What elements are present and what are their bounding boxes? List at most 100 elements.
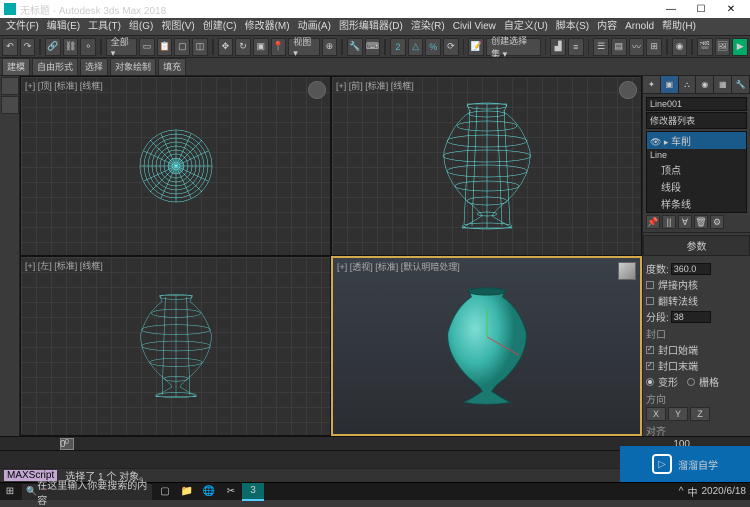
schematic-button[interactable]: ⊞	[646, 38, 662, 56]
cap-start-checkbox[interactable]	[646, 346, 654, 354]
ribbon-tab-selection[interactable]: 选择	[80, 58, 108, 76]
cap-end-checkbox[interactable]	[646, 362, 654, 370]
menu-arnold[interactable]: Arnold	[621, 18, 658, 36]
stack-item-vertex[interactable]: 顶点	[647, 161, 746, 178]
select-region-button[interactable]: ▢	[174, 38, 190, 56]
configure-button[interactable]: ⚙	[710, 215, 724, 229]
ribbon-tab-populate[interactable]: 填充	[158, 58, 186, 76]
window-crossing-button[interactable]: ◫	[192, 38, 208, 56]
menu-script[interactable]: 脚本(S)	[552, 18, 593, 36]
unlink-button[interactable]: ⛓	[63, 38, 79, 56]
minimize-button[interactable]: —	[656, 0, 686, 18]
redo-button[interactable]: ↷	[20, 38, 36, 56]
taskbar-search[interactable]: 🔍 在这里输入你要搜索的内容	[22, 484, 152, 500]
menu-modifiers[interactable]: 修改器(M)	[241, 18, 294, 36]
named-selection-set[interactable]: 创建选择集 ▾	[486, 38, 540, 56]
axis-y-button[interactable]: Y	[668, 407, 688, 421]
curve-editor-button[interactable]: 〰	[629, 38, 645, 56]
tab-motion-icon[interactable]: ◉	[696, 76, 714, 93]
flip-normals-checkbox[interactable]	[646, 297, 654, 305]
tab-modify-icon[interactable]: ▣	[661, 76, 679, 93]
viewcube-front-icon[interactable]	[619, 81, 637, 99]
percent-snap-button[interactable]: %	[425, 38, 441, 56]
ref-coord-system[interactable]: 视图 ▾	[288, 38, 319, 56]
render-setup-button[interactable]: 🎬	[697, 38, 713, 56]
object-name-field[interactable]: Line001	[646, 97, 747, 111]
selection-filter[interactable]: 全部 ▾	[106, 38, 137, 56]
move-button[interactable]: ✥	[218, 38, 234, 56]
menu-civil-view[interactable]: Civil View	[449, 18, 500, 36]
tab-utilities-icon[interactable]: 🔧	[732, 76, 750, 93]
menu-rendering[interactable]: 渲染(R)	[407, 18, 449, 36]
menu-customize[interactable]: 自定义(U)	[500, 18, 552, 36]
viewcube-perspective-icon[interactable]	[618, 262, 636, 280]
angle-snap-button[interactable]: △	[408, 38, 424, 56]
maximize-button[interactable]: ☐	[686, 0, 716, 18]
left-tool-1[interactable]	[1, 77, 19, 95]
snap-2d-button[interactable]: 2	[390, 38, 406, 56]
placement-button[interactable]: 📍	[271, 38, 287, 56]
tray-ime-icon[interactable]: 中	[688, 484, 698, 499]
taskbar-browser-icon[interactable]: 🌐	[198, 483, 220, 501]
select-name-button[interactable]: 📋	[157, 38, 173, 56]
show-end-button[interactable]: ||	[662, 215, 676, 229]
tab-display-icon[interactable]: ▦	[714, 76, 732, 93]
degrees-input[interactable]	[671, 263, 711, 275]
viewport-top-label[interactable]: [+] [顶] [标准] [线框]	[25, 79, 103, 92]
params-rollout-header[interactable]: 参数	[643, 235, 750, 256]
viewport-left[interactable]: [+] [左] [标准] [线框]	[20, 256, 331, 436]
grid-radio[interactable]	[687, 378, 695, 386]
close-button[interactable]: ✕	[716, 0, 746, 18]
link-button[interactable]: 🔗	[45, 38, 61, 56]
viewport-left-label[interactable]: [+] [左] [标准] [线框]	[25, 259, 103, 272]
stack-item-segment[interactable]: 线段	[647, 178, 746, 195]
spinner-snap-button[interactable]: ⟳	[443, 38, 459, 56]
tray-chevron-icon[interactable]: ^	[679, 486, 684, 497]
undo-button[interactable]: ↶	[2, 38, 18, 56]
morph-radio[interactable]	[646, 378, 654, 386]
unique-button[interactable]: ∀	[678, 215, 692, 229]
stack-item-line[interactable]: Line	[647, 149, 746, 161]
axis-x-button[interactable]: X	[646, 407, 666, 421]
menu-group[interactable]: 组(G)	[125, 18, 157, 36]
remove-mod-button[interactable]: 🗑	[694, 215, 708, 229]
toggle-ribbon-button[interactable]: ▤	[611, 38, 627, 56]
taskbar-explorer-icon[interactable]: 📁	[176, 483, 198, 501]
taskbar-max-icon[interactable]: 3	[242, 483, 264, 501]
select-manipulate-button[interactable]: 🔧	[347, 38, 363, 56]
menu-file[interactable]: 文件(F)	[2, 18, 43, 36]
named-selection-button[interactable]: 📝	[468, 38, 484, 56]
ribbon-tab-modeling[interactable]: 建模	[2, 58, 30, 76]
system-tray[interactable]: ^ 中 2020/6/18	[675, 484, 750, 499]
ribbon-tab-paint[interactable]: 对象绘制	[110, 58, 156, 76]
menu-view[interactable]: 视图(V)	[157, 18, 198, 36]
menu-content[interactable]: 内容	[593, 18, 621, 36]
render-frame-button[interactable]: 🖼	[715, 38, 731, 56]
scale-button[interactable]: ▣	[253, 38, 269, 56]
render-button[interactable]: ▶	[732, 38, 748, 56]
task-view-button[interactable]: ▢	[154, 483, 176, 501]
use-center-button[interactable]: ⊕	[322, 38, 338, 56]
tab-hierarchy-icon[interactable]: ⛬	[679, 76, 697, 93]
viewcube-top-icon[interactable]	[308, 81, 326, 99]
rotate-button[interactable]: ↻	[235, 38, 251, 56]
stack-item-spline[interactable]: 样条线	[647, 195, 746, 212]
viewport-perspective-label[interactable]: [+] [透视] [标准] [默认明暗处理]	[337, 260, 460, 273]
bind-button[interactable]: ⚬	[80, 38, 96, 56]
menu-animation[interactable]: 动画(A)	[294, 18, 335, 36]
keyboard-shortcut-button[interactable]: ⌨	[365, 38, 381, 56]
menu-create[interactable]: 创建(C)	[199, 18, 241, 36]
viewport-perspective[interactable]: [+] [透视] [标准] [默认明暗处理]	[331, 256, 642, 436]
align-button[interactable]: ≡	[568, 38, 584, 56]
select-button[interactable]: ▭	[139, 38, 155, 56]
viewport-top[interactable]: [+] [顶] [标准] [线框]	[20, 76, 331, 256]
menu-help[interactable]: 帮助(H)	[658, 18, 700, 36]
menu-tools[interactable]: 工具(T)	[84, 18, 125, 36]
axis-z-button[interactable]: Z	[690, 407, 710, 421]
material-editor-button[interactable]: ◉	[672, 38, 688, 56]
pin-stack-button[interactable]: 📌	[646, 215, 660, 229]
menu-graph-editors[interactable]: 图形编辑器(D)	[335, 18, 407, 36]
mirror-button[interactable]: ▟	[550, 38, 566, 56]
tab-create-icon[interactable]: ✦	[643, 76, 661, 93]
segments-input[interactable]	[671, 311, 711, 323]
